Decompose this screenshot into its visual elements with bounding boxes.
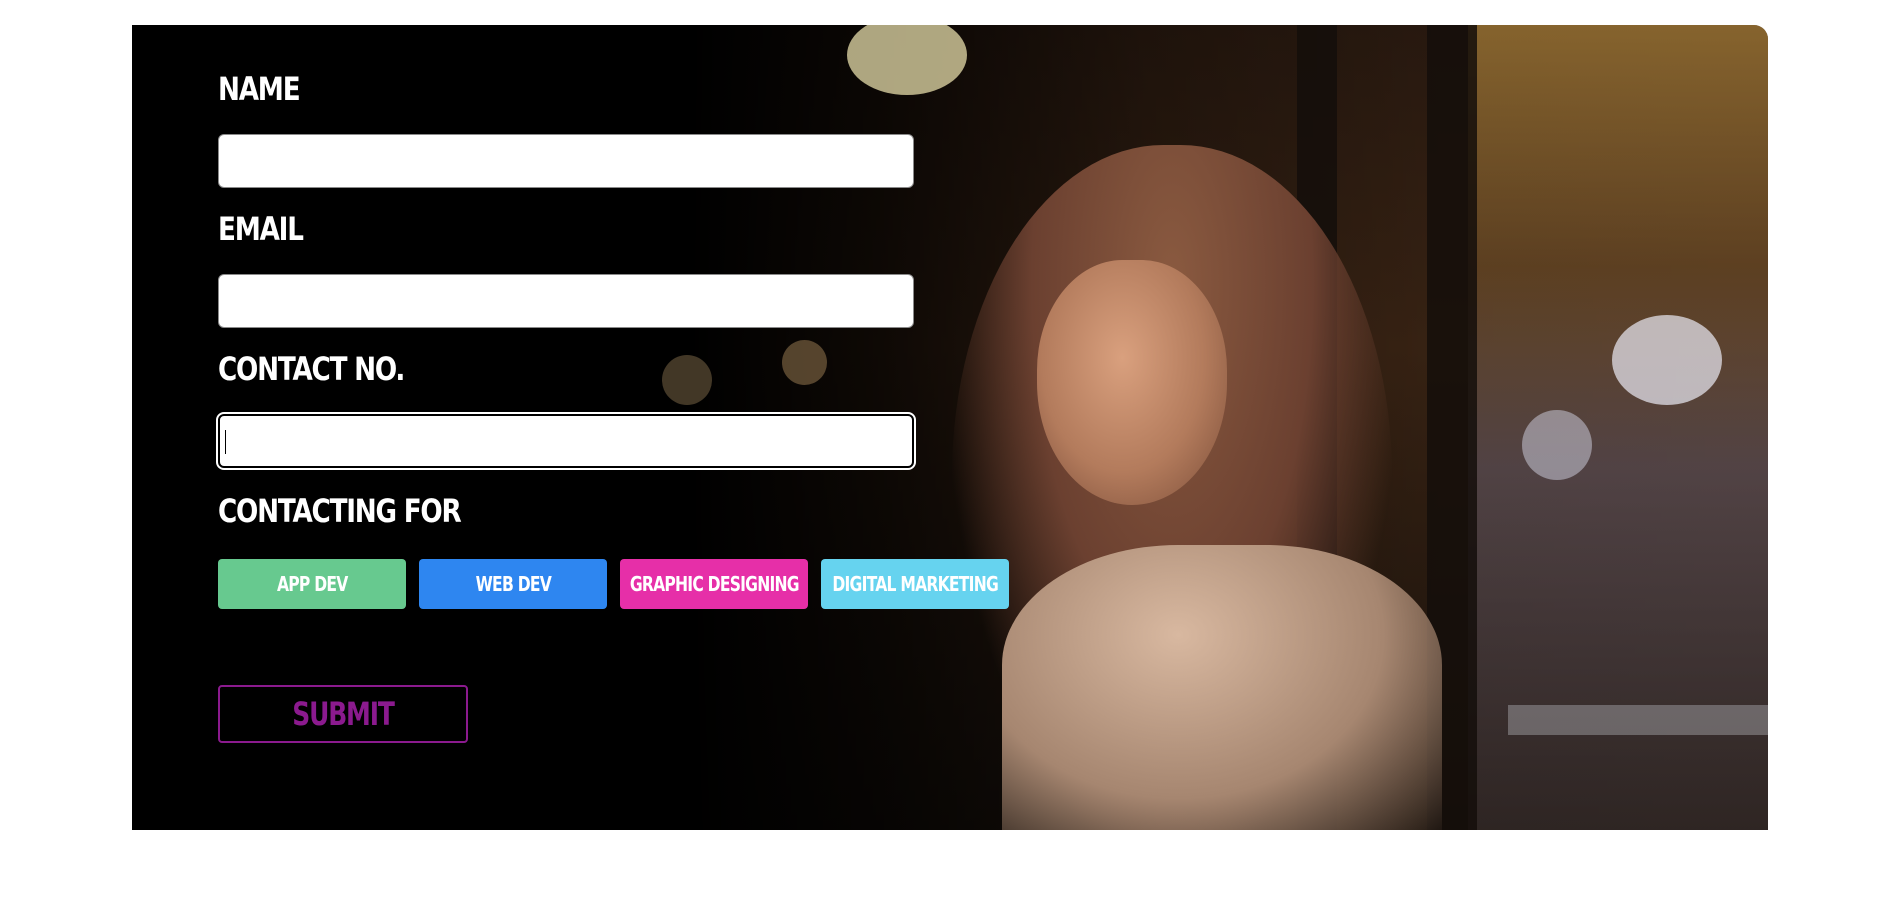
name-label: NAME bbox=[218, 70, 301, 108]
contact-number-input[interactable] bbox=[218, 414, 914, 468]
name-input[interactable] bbox=[218, 134, 914, 188]
light-bokeh bbox=[782, 340, 827, 385]
person-face bbox=[1037, 260, 1227, 505]
person-sweater bbox=[1002, 545, 1442, 830]
option-web-dev-button[interactable]: WEB DEV bbox=[419, 559, 607, 609]
contact-number-label: CONTACT NO. bbox=[218, 350, 405, 388]
option-app-dev-button[interactable]: APP DEV bbox=[218, 559, 406, 609]
table-edge bbox=[1508, 705, 1768, 735]
text-caret bbox=[225, 430, 226, 454]
option-digital-marketing-button[interactable]: DIGITAL MARKETING bbox=[821, 559, 1009, 609]
submit-button[interactable]: SUBMIT bbox=[218, 685, 468, 743]
email-input[interactable] bbox=[218, 274, 914, 328]
contacting-for-label: CONTACTING FOR bbox=[218, 492, 462, 530]
light-bokeh bbox=[662, 355, 712, 405]
lamp-bokeh bbox=[847, 25, 967, 95]
option-graphic-designing-button[interactable]: GRAPHIC DESIGNING bbox=[620, 559, 808, 609]
email-label: EMAIL bbox=[218, 210, 304, 248]
